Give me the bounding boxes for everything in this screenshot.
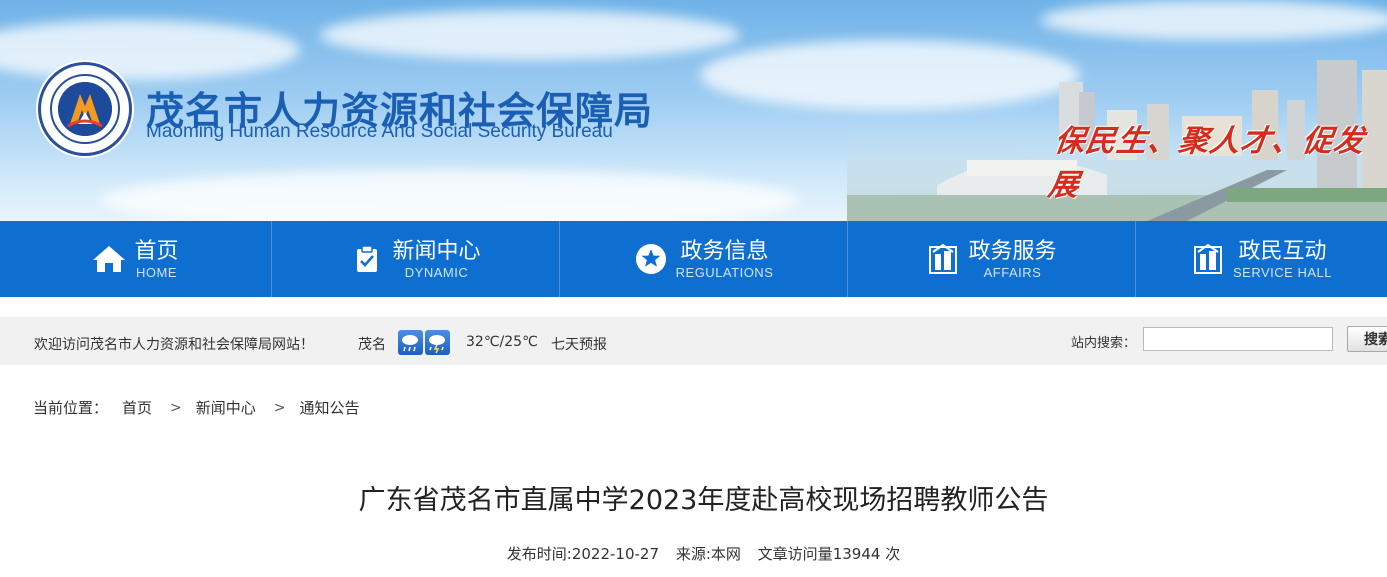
views-count: 13944 (832, 545, 881, 563)
org-name-en: Maoming Human Resource And Social Securi… (146, 121, 613, 142)
nav-label: 政务信息 (680, 238, 769, 264)
source-value: 本网 (710, 545, 741, 563)
cloud-decoration (100, 170, 800, 221)
article-title: 广东省茂名市直属中学2023年度赴高校现场招聘教师公告 (358, 485, 1049, 516)
cloud-decoration (320, 10, 740, 60)
nav-label: 政务服务 (968, 238, 1057, 264)
breadcrumb-separator: > (170, 399, 182, 416)
weather-city: 茂名 (358, 337, 386, 353)
site-search-input[interactable] (1143, 327, 1333, 351)
nav-sublabel: HOME (135, 264, 177, 280)
logo-emblem-icon (58, 82, 112, 136)
article-meta: 发布时间:2022-10-27 来源:本网 文章访问量13944 次 (0, 543, 1387, 564)
views-label: 文章访问量 (757, 545, 833, 563)
search-label: 站内搜索： (1071, 336, 1137, 351)
breadcrumb-link-news[interactable]: 新闻中心 (196, 397, 256, 418)
breadcrumb: 当前位置： 首页 > 新闻中心 > 通知公告 (33, 397, 360, 418)
building-icon (1191, 242, 1225, 276)
source-label: 来源: (675, 545, 711, 563)
views-unit: 次 (885, 545, 901, 563)
clipboard-check-icon (350, 242, 384, 276)
nav-item-affairs[interactable]: 政务服务 AFFAIRS (848, 221, 1136, 297)
seven-day-forecast-link[interactable]: 七天预报 (551, 334, 607, 354)
nav-sublabel: SERVICE HALL (1233, 264, 1332, 280)
breadcrumb-prefix: 当前位置： (33, 399, 109, 417)
cloud-decoration (1040, 0, 1387, 40)
nav-label: 新闻中心 (392, 238, 481, 264)
breadcrumb-link-notices[interactable]: 通知公告 (300, 397, 360, 418)
nav-sublabel: DYNAMIC (404, 264, 469, 280)
nav-item-news[interactable]: 新闻中心 DYNAMIC (272, 221, 560, 297)
thunder-rain-icon (425, 330, 450, 355)
source-info: 来源:本网 (676, 545, 741, 563)
nav-item-service-hall[interactable]: 政民互动 SERVICE HALL (1136, 221, 1387, 297)
header-banner: 茂名市人力资源和社会保障局 Maoming Human Resource And… (0, 0, 1387, 221)
cloud-decoration (0, 20, 300, 80)
welcome-text: 欢迎访问茂名市人力资源和社会保障局网站！ (34, 337, 314, 353)
views-info: 文章访问量13944 次 (758, 545, 901, 563)
publish-label: 发布时间: (506, 545, 572, 563)
rain-icon (398, 330, 423, 355)
publish-info: 发布时间:2022-10-27 (507, 545, 659, 563)
breadcrumb-separator: > (273, 399, 286, 416)
star-icon (634, 242, 668, 276)
info-bar: 欢迎访问茂名市人力资源和社会保障局网站！ 茂名 32℃/25℃ 七天预报 站内搜… (0, 317, 1387, 365)
temperature-text: 32℃/25℃ (466, 334, 538, 350)
nav-item-home[interactable]: 首页 HOME (0, 221, 272, 297)
slogan-text: 保民生、聚人才、促发展 (1045, 124, 1368, 203)
nav-label: 首页 (134, 238, 179, 264)
nav-sublabel: REGULATIONS (675, 264, 774, 280)
search-button[interactable]: 搜索 (1347, 326, 1387, 352)
bureau-logo (38, 62, 132, 156)
nav-sublabel: AFFAIRS (983, 264, 1042, 280)
nav-label: 政民互动 (1238, 238, 1327, 264)
breadcrumb-link-home[interactable]: 首页 (122, 397, 152, 418)
publish-date: 2022-10-27 (571, 545, 660, 563)
building-icon (926, 242, 960, 276)
nav-item-regulations[interactable]: 政务信息 REGULATIONS (560, 221, 848, 297)
home-icon (92, 242, 126, 276)
main-nav: 首页 HOME 新闻中心 DYNAMIC 政务信息 REGULATIONS 政务… (0, 221, 1387, 297)
